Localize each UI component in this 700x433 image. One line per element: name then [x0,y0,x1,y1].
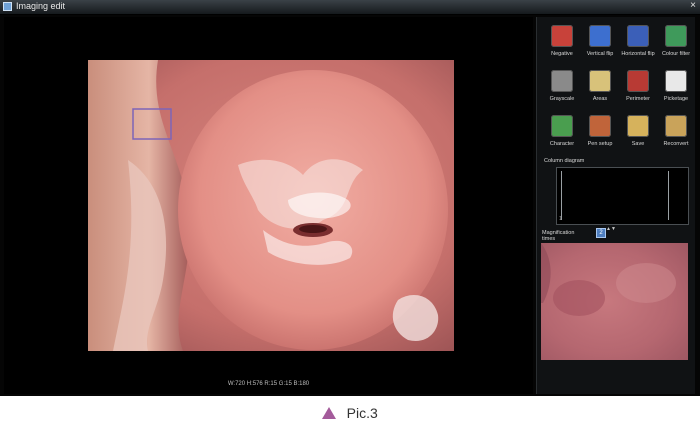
image-canvas[interactable]: W:720 H:576 R:15 G:15 B:180 [4,17,533,394]
save-icon [627,115,649,137]
caption-text: Pic.3 [346,405,378,421]
triangle-marker-icon [322,407,337,419]
pen-setup-button[interactable]: Pen setup [581,112,619,154]
areas-icon [589,70,611,92]
magnified-preview [541,243,688,360]
negative-button[interactable]: Negative [543,22,581,64]
negative-icon [551,25,573,47]
character-icon [551,115,573,137]
picketage-icon [665,70,687,92]
picketage-button[interactable]: Picketage [657,67,695,109]
title-bar: Imaging edit × [0,0,700,15]
window-title: Imaging edit [16,1,66,11]
histogram-line-right [668,171,669,220]
reconvert-button[interactable]: Reconvert [657,112,695,154]
colour-filter-icon [665,25,687,47]
character-button[interactable]: Character [543,112,581,154]
figure-caption: Pic.3 [0,405,700,423]
save-button[interactable]: Save [619,112,657,154]
horizontal-flip-button[interactable]: Horizontal flip [619,22,657,64]
perimeter-icon [627,70,649,92]
colour-filter-button[interactable]: Colour filter [657,22,695,64]
tool-panel: Negative Vertical flip Horizontal flip C… [536,17,695,394]
histogram-axis-tick: 1 [559,216,562,222]
histogram-line-left [561,171,562,220]
horizontal-flip-icon [627,25,649,47]
colposcopy-image[interactable] [88,60,454,351]
column-diagram-title: Column diagram [544,158,585,164]
grayscale-button[interactable]: Grayscale [543,67,581,109]
pen-setup-icon [589,115,611,137]
areas-button[interactable]: Areas [581,67,619,109]
magnification-label: Magnification times [542,230,575,242]
close-button[interactable]: × [690,0,696,11]
vertical-flip-icon [589,25,611,47]
magnification-value[interactable]: 2 [596,228,606,238]
vertical-flip-button[interactable]: Vertical flip [581,22,619,64]
perimeter-button[interactable]: Perimeter [619,67,657,109]
column-diagram: 1 [556,167,689,225]
pixel-status-readout: W:720 H:576 R:15 G:15 B:180 [227,381,310,387]
app-icon [3,2,12,11]
magnification-stepper-arrows[interactable]: ▲▼ [606,227,616,232]
imaging-edit-window: Imaging edit × W:720 H:576 R:15 G:15 B:1… [0,0,700,396]
grayscale-icon [551,70,573,92]
reconvert-icon [665,115,687,137]
